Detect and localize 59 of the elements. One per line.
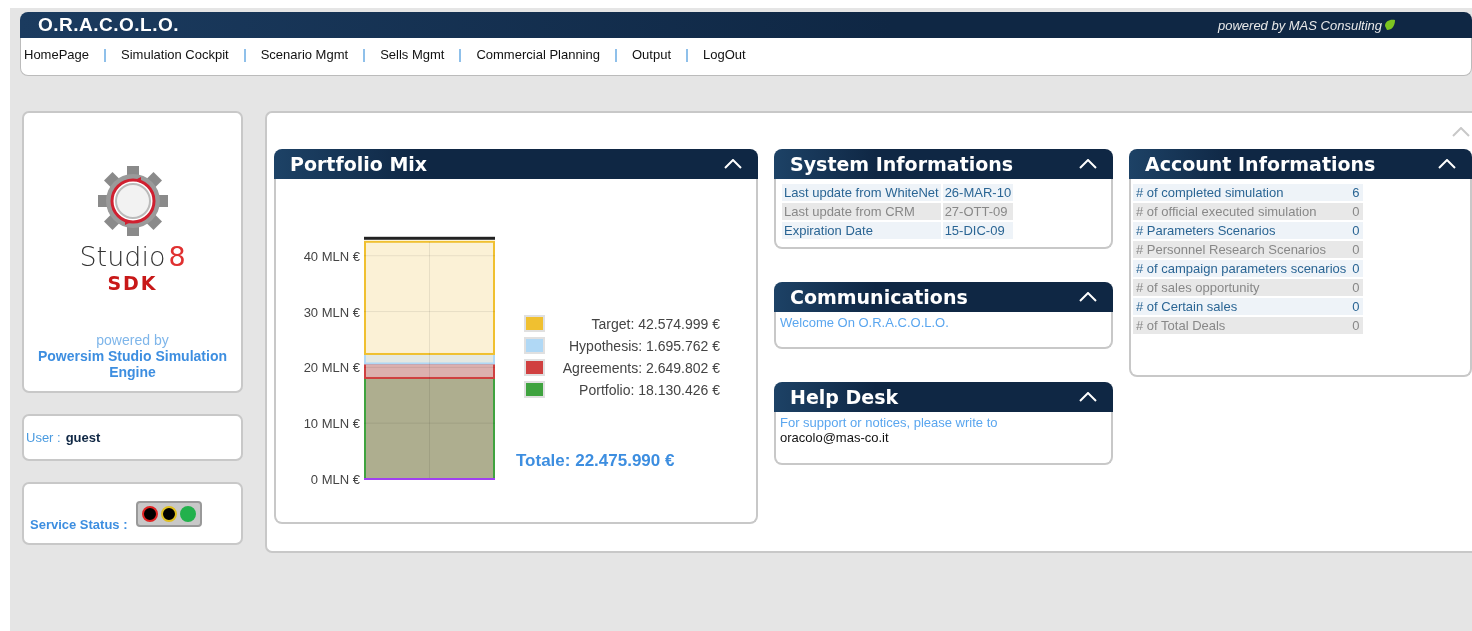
info-value: 0 bbox=[1349, 317, 1363, 334]
product-name: SDK bbox=[107, 272, 158, 294]
axis-tick-label: 10 MLN € bbox=[303, 416, 360, 432]
info-value: 0 bbox=[1349, 203, 1363, 220]
legend-label: Hypothesis: 1.695.762 € bbox=[569, 337, 720, 354]
info-label: # of completed simulation bbox=[1133, 184, 1350, 201]
info-value: 0 bbox=[1349, 298, 1363, 315]
info-label: # of sales opportunity bbox=[1133, 279, 1350, 296]
info-value: 6 bbox=[1349, 184, 1363, 201]
info-label: # Parameters Scenarios bbox=[1133, 222, 1350, 239]
axis-tick-label: 20 MLN € bbox=[303, 360, 360, 376]
powered-by-text: powered by MAS Consulting bbox=[1217, 17, 1382, 33]
user-label: User : bbox=[26, 430, 61, 445]
legend-label: Target: 42.574.999 € bbox=[591, 315, 720, 332]
axis-tick-label: 40 MLN € bbox=[303, 248, 360, 264]
nav-link[interactable]: Scenario Mgmt bbox=[260, 47, 349, 62]
legend-label: Agreements: 2.649.802 € bbox=[562, 359, 720, 376]
brand-number: 8 bbox=[168, 241, 186, 272]
powered-by-label: powered by bbox=[96, 332, 169, 348]
brand-name: Studio bbox=[79, 241, 166, 272]
widget-title: Help Desk bbox=[790, 386, 899, 408]
widget-title: Account Informations bbox=[1145, 153, 1376, 175]
info-label: # of official executed simulation bbox=[1133, 203, 1350, 220]
axis-tick-label: 30 MLN € bbox=[303, 304, 360, 320]
info-label: # of Total Deals bbox=[1133, 317, 1350, 334]
info-value: 15-DIC-09 bbox=[942, 222, 1014, 239]
info-label: # Personnel Research Scenarios bbox=[1133, 241, 1350, 258]
nav-link[interactable]: Commercial Planning bbox=[476, 47, 600, 62]
info-value: 26-MAR-10 bbox=[942, 184, 1014, 201]
nav-link[interactable]: Simulation Cockpit bbox=[121, 47, 229, 62]
email-address: oracolo@mas-co.it bbox=[780, 430, 890, 445]
nav-link[interactable]: HomePage bbox=[24, 47, 90, 62]
legend-label: Portfolio: 18.130.426 € bbox=[579, 381, 720, 398]
status-label: Service Status : bbox=[30, 517, 128, 532]
info-label: Last update from WhiteNet bbox=[782, 184, 941, 201]
engine-name: Powersim Studio Simulation Engine bbox=[37, 348, 228, 380]
info-value: 0 bbox=[1349, 260, 1363, 277]
leaf-icon bbox=[1384, 19, 1396, 31]
nav-link[interactable]: Sells Mgmt bbox=[380, 47, 445, 62]
info-value: 0 bbox=[1349, 279, 1363, 296]
nav-link[interactable]: LogOut bbox=[703, 47, 746, 62]
info-label: # of campaign parameters scenarios bbox=[1133, 260, 1350, 277]
gear-icon bbox=[96, 165, 169, 237]
info-label: Expiration Date bbox=[782, 222, 941, 239]
message-text: Welcome On O.R.A.C.O.L.O. bbox=[780, 315, 950, 330]
info-value: 27-OTT-09 bbox=[942, 203, 1014, 220]
info-value: 0 bbox=[1349, 222, 1363, 239]
total-value: Totale: 22.475.990 € bbox=[516, 451, 676, 471]
info-label: Last update from CRM bbox=[782, 203, 941, 220]
widget-title: Communications bbox=[790, 286, 968, 308]
axis-tick-label: 0 MLN € bbox=[310, 472, 360, 487]
nav-link[interactable]: Output bbox=[632, 47, 671, 62]
info-value: 0 bbox=[1349, 241, 1363, 258]
help-text: For support or notices, please write to bbox=[780, 415, 999, 430]
info-label: # of Certain sales bbox=[1133, 298, 1350, 315]
app-title: O.R.A.C.O.L.O. bbox=[38, 14, 180, 36]
user-name: guest bbox=[65, 430, 101, 445]
widget-title: Portfolio Mix bbox=[290, 153, 428, 175]
widget-title: System Informations bbox=[790, 153, 1014, 175]
